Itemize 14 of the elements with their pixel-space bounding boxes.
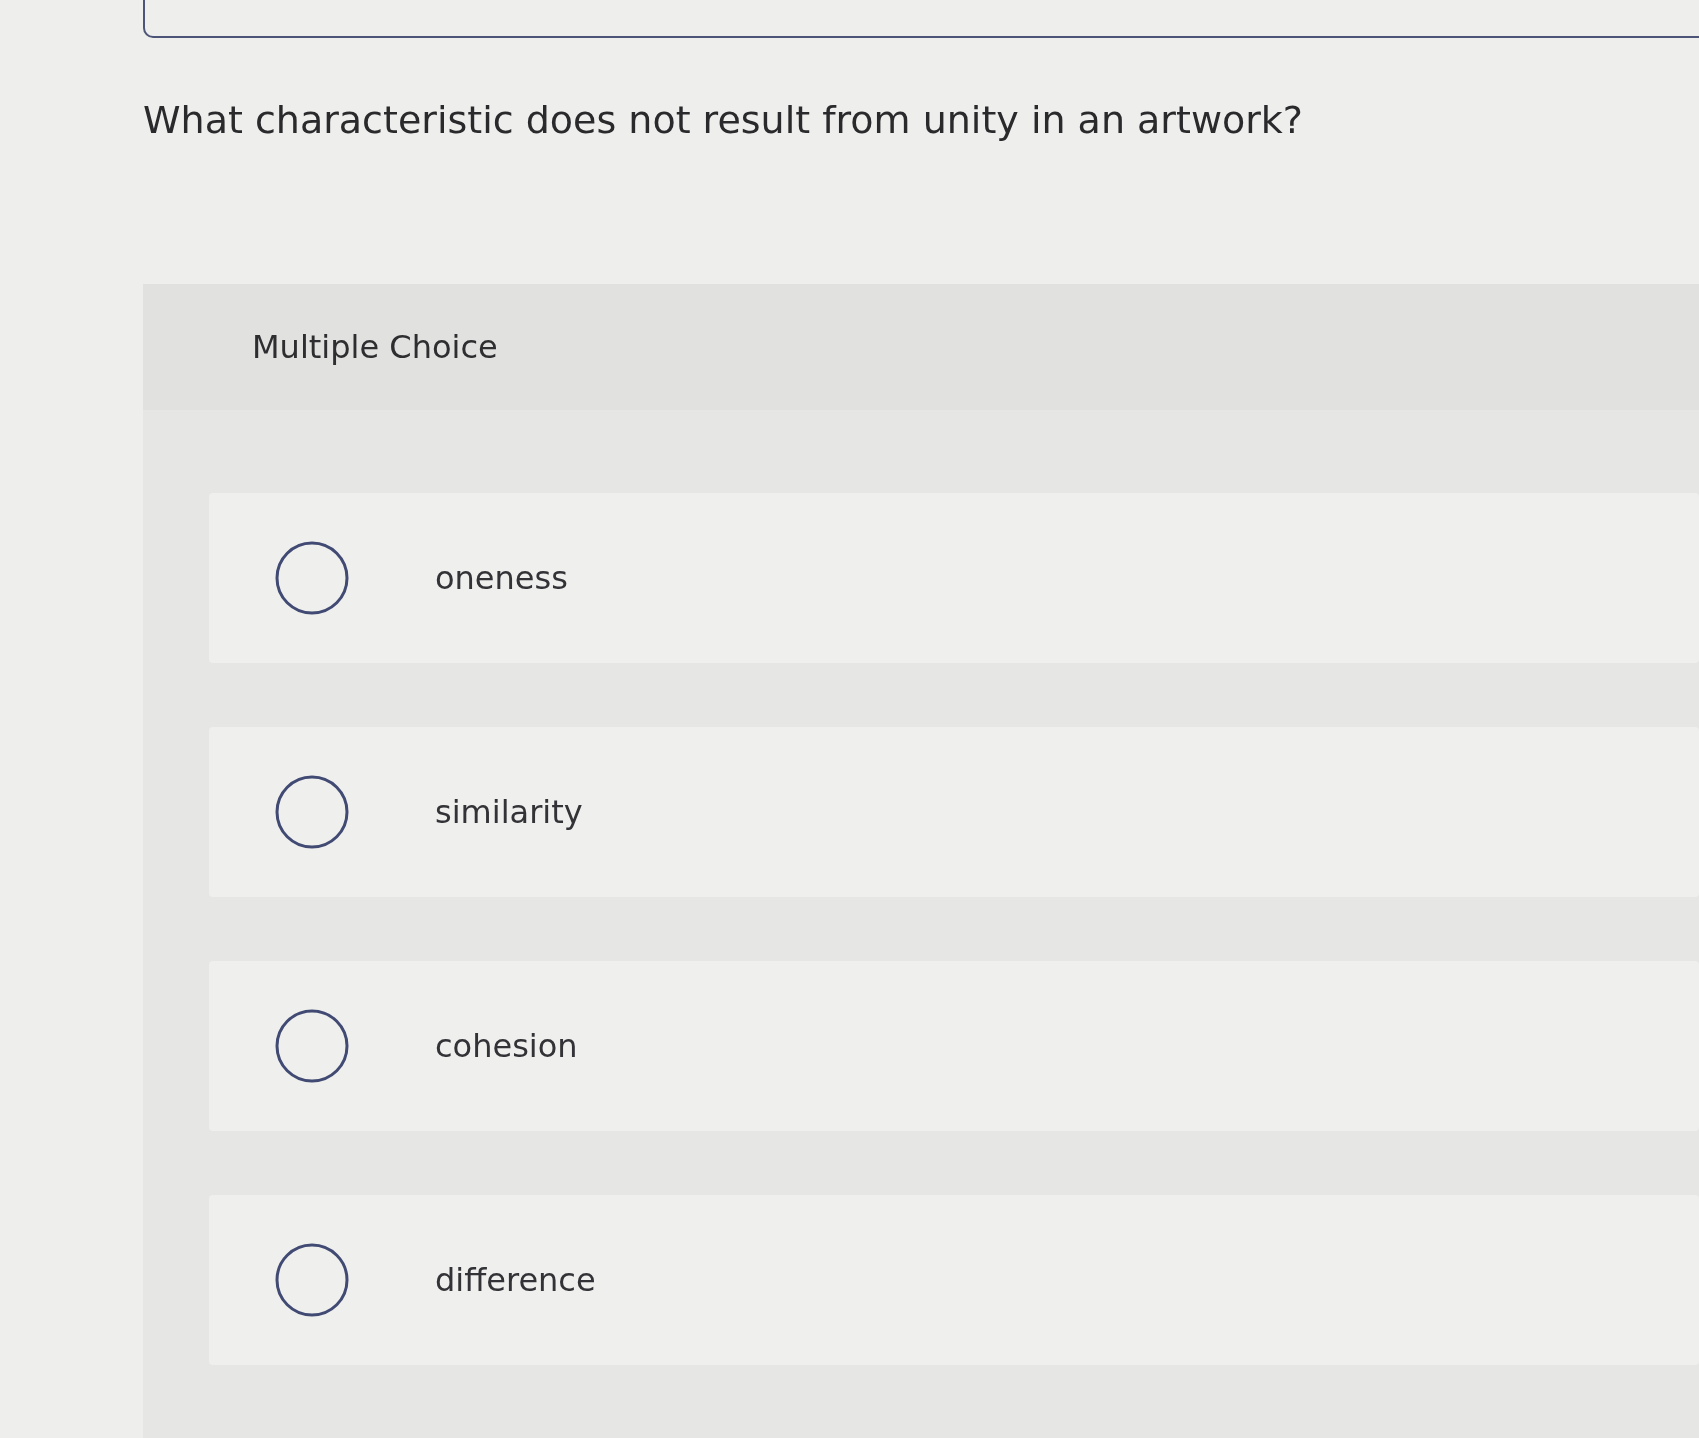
radio-button[interactable]	[275, 1243, 349, 1317]
option-text: cohesion	[435, 1026, 578, 1067]
radio-button[interactable]	[275, 775, 349, 849]
option-card[interactable]: cohesion	[209, 961, 1699, 1131]
question-text: What characteristic does not result from unity in an artwork?	[143, 97, 1303, 144]
radio-button[interactable]	[275, 541, 349, 615]
option-text: similarity	[435, 792, 583, 833]
option-card[interactable]: similarity	[209, 727, 1699, 897]
option-text: oneness	[435, 558, 568, 599]
radio-button[interactable]	[275, 1009, 349, 1083]
option-card[interactable]: oneness	[209, 493, 1699, 663]
option-text: difference	[435, 1260, 596, 1301]
question-type-label: Multiple Choice	[252, 327, 498, 368]
option-card[interactable]: difference	[209, 1195, 1699, 1365]
